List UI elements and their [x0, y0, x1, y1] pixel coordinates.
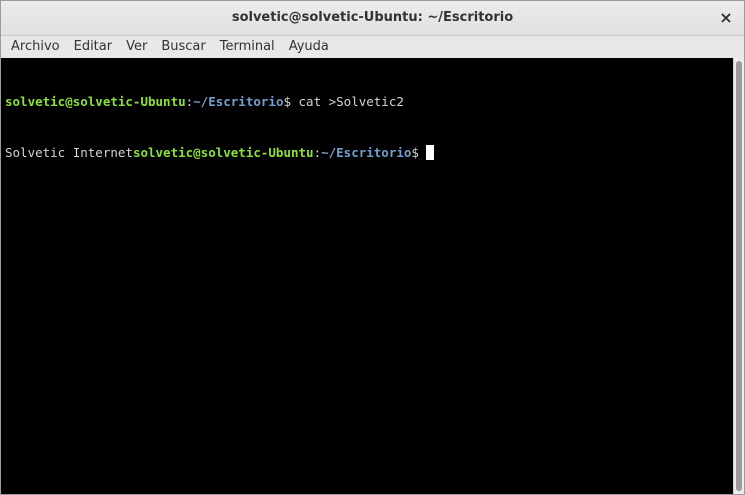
prompt-path: ~/Escritorio — [321, 145, 412, 160]
terminal-line: solvetic@solvetic-Ubuntu:~/Escritorio$ c… — [5, 93, 735, 110]
window-title: solvetic@solvetic-Ubuntu: ~/Escritorio — [231, 10, 514, 25]
prompt-user-host: solvetic@solvetic-Ubuntu — [5, 94, 186, 109]
menu-ver[interactable]: Ver — [119, 36, 154, 58]
scrollbar[interactable] — [733, 58, 744, 494]
menu-archivo[interactable]: Archivo — [4, 36, 67, 58]
menu-bar: Archivo Editar Ver Buscar Terminal Ayuda — [1, 36, 744, 58]
terminal-output[interactable]: solvetic@solvetic-Ubuntu:~/Escritorio$ c… — [1, 58, 735, 494]
terminal-line: Solvetic Internetsolvetic@solvetic-Ubunt… — [5, 144, 735, 161]
command-text: cat >Solvetic2 — [291, 94, 404, 109]
scrollbar-thumb[interactable] — [736, 61, 742, 491]
text-cursor — [426, 145, 435, 160]
prompt-path: ~/Escritorio — [193, 94, 284, 109]
command-text — [419, 145, 427, 160]
title-bar[interactable]: solvetic@solvetic-Ubuntu: ~/Escritorio × — [1, 1, 744, 36]
prompt-colon: : — [313, 145, 322, 160]
menu-ayuda[interactable]: Ayuda — [282, 36, 336, 58]
prompt-dollar: $ — [411, 145, 419, 160]
menu-buscar[interactable]: Buscar — [154, 36, 212, 58]
menu-terminal[interactable]: Terminal — [213, 36, 282, 58]
terminal-window: solvetic@solvetic-Ubuntu: ~/Escritorio ×… — [0, 0, 745, 495]
menu-editar[interactable]: Editar — [67, 36, 120, 58]
output-text: Solvetic Internet — [5, 145, 133, 160]
prompt-user-host: solvetic@solvetic-Ubuntu — [132, 145, 314, 160]
prompt-dollar: $ — [283, 94, 291, 109]
close-button[interactable]: × — [716, 8, 736, 28]
